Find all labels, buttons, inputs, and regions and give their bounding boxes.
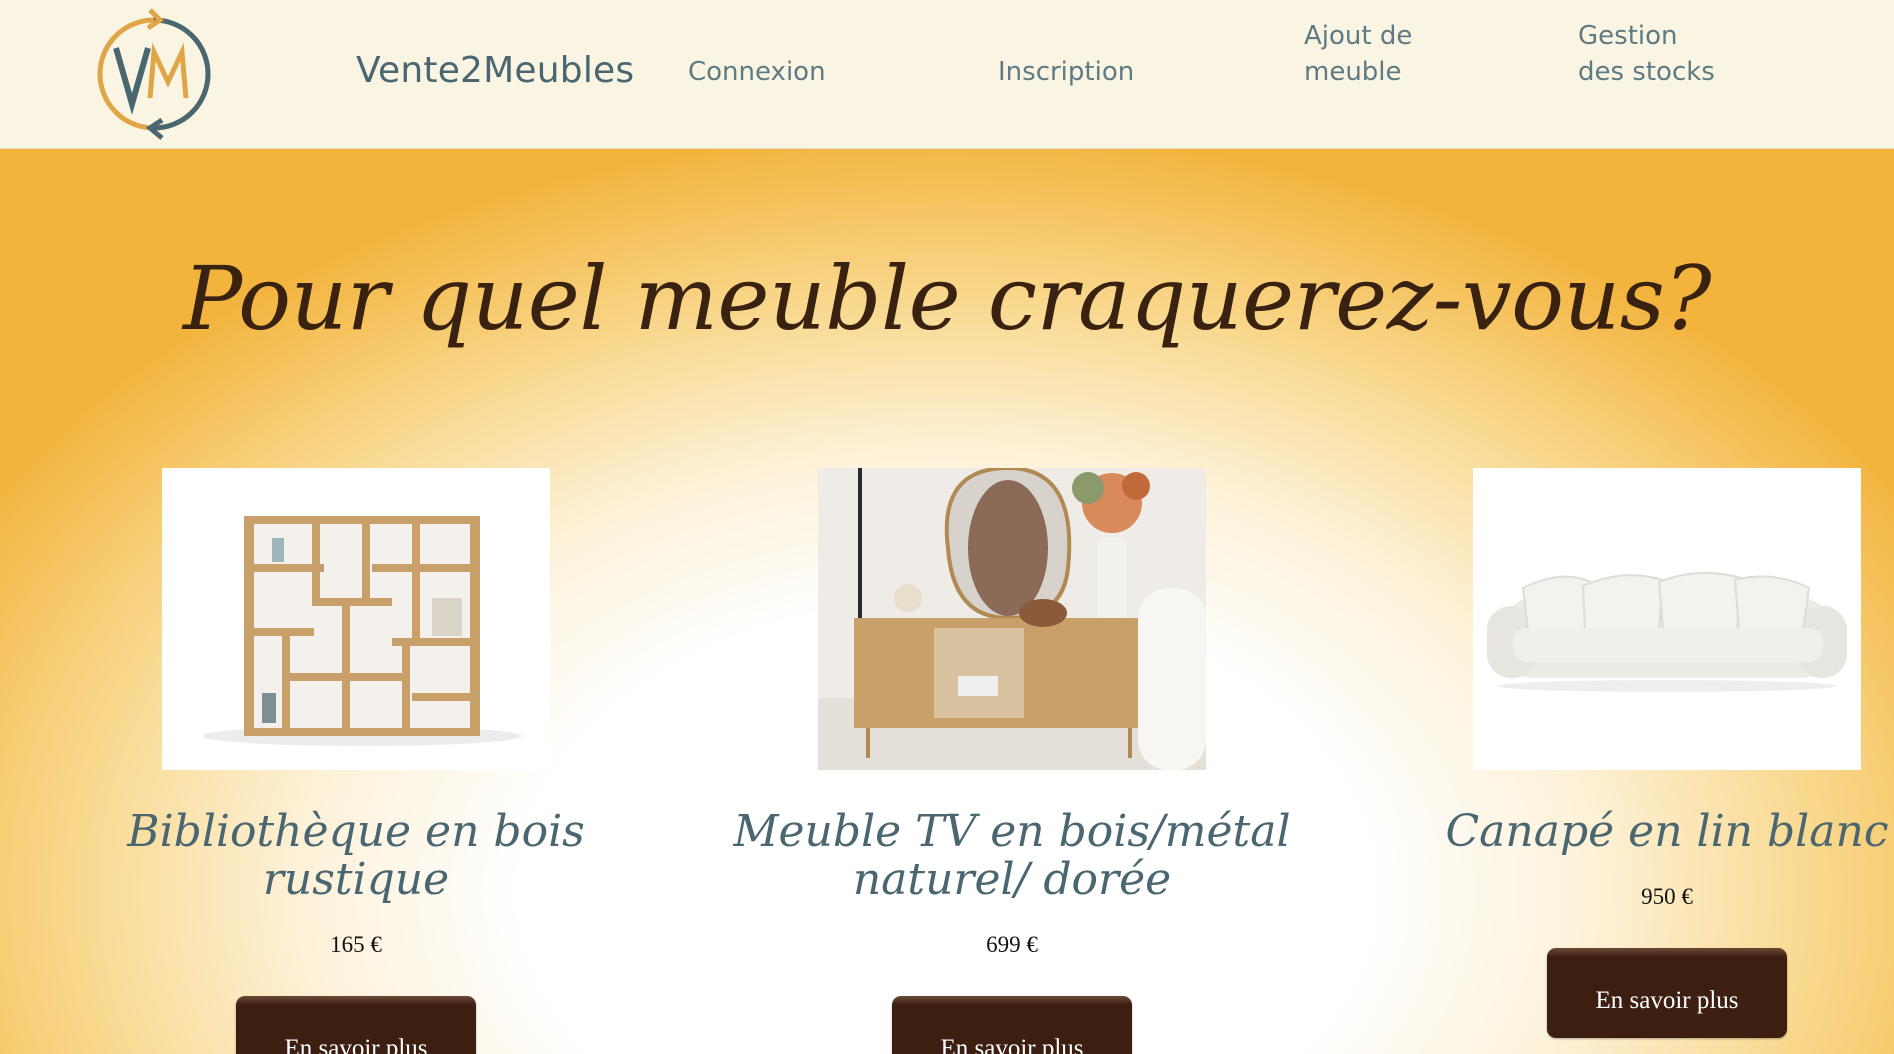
nav-login[interactable]: Connexion xyxy=(688,54,826,90)
tv-stand-illustration xyxy=(818,468,1206,770)
sofa-image[interactable] xyxy=(1473,468,1861,770)
bookshelf-illustration xyxy=(162,468,550,770)
more-info-button[interactable]: En savoir plus xyxy=(1547,948,1787,1038)
nav-signup[interactable]: Inscription xyxy=(998,54,1134,90)
nav-add-furniture[interactable]: Ajout de meuble xyxy=(1304,18,1454,90)
hero-section: Pour quel meuble craquerez-vous? Bibliot… xyxy=(0,149,1894,1054)
brand-link[interactable]: Vente2Meubles xyxy=(356,50,634,91)
product-name: Canapé en lin blanc xyxy=(1445,806,1889,857)
more-info-button[interactable]: En savoir plus xyxy=(236,996,476,1054)
hero-title: Pour quel meuble craquerez-vous? xyxy=(182,247,1712,350)
product-price: 165 € xyxy=(330,932,382,957)
product-price: 950 € xyxy=(1641,884,1693,909)
site-header: Vente2Meubles Connexion Inscription Ajou… xyxy=(0,0,1894,149)
product-card: Canapé en lin blanc 950 € En savoir plus xyxy=(1367,468,1894,1038)
more-info-button[interactable]: En savoir plus xyxy=(892,996,1132,1054)
logo-icon[interactable] xyxy=(92,6,220,142)
bookshelf-image[interactable] xyxy=(162,468,550,770)
product-price: 699 € xyxy=(986,932,1038,957)
nav-stock-management[interactable]: Gestion des stocks xyxy=(1578,18,1728,90)
product-name: Bibliothèque en bois rustique xyxy=(127,806,585,905)
tv-stand-image[interactable] xyxy=(818,468,1206,770)
product-card: Bibliothèque en bois rustique 165 € En s… xyxy=(56,468,656,1054)
sofa-illustration xyxy=(1473,468,1861,770)
product-name: Meuble TV en bois/métal naturel/ dorée xyxy=(733,806,1291,905)
product-card: Meuble TV en bois/métal naturel/ dorée 6… xyxy=(712,468,1312,1054)
